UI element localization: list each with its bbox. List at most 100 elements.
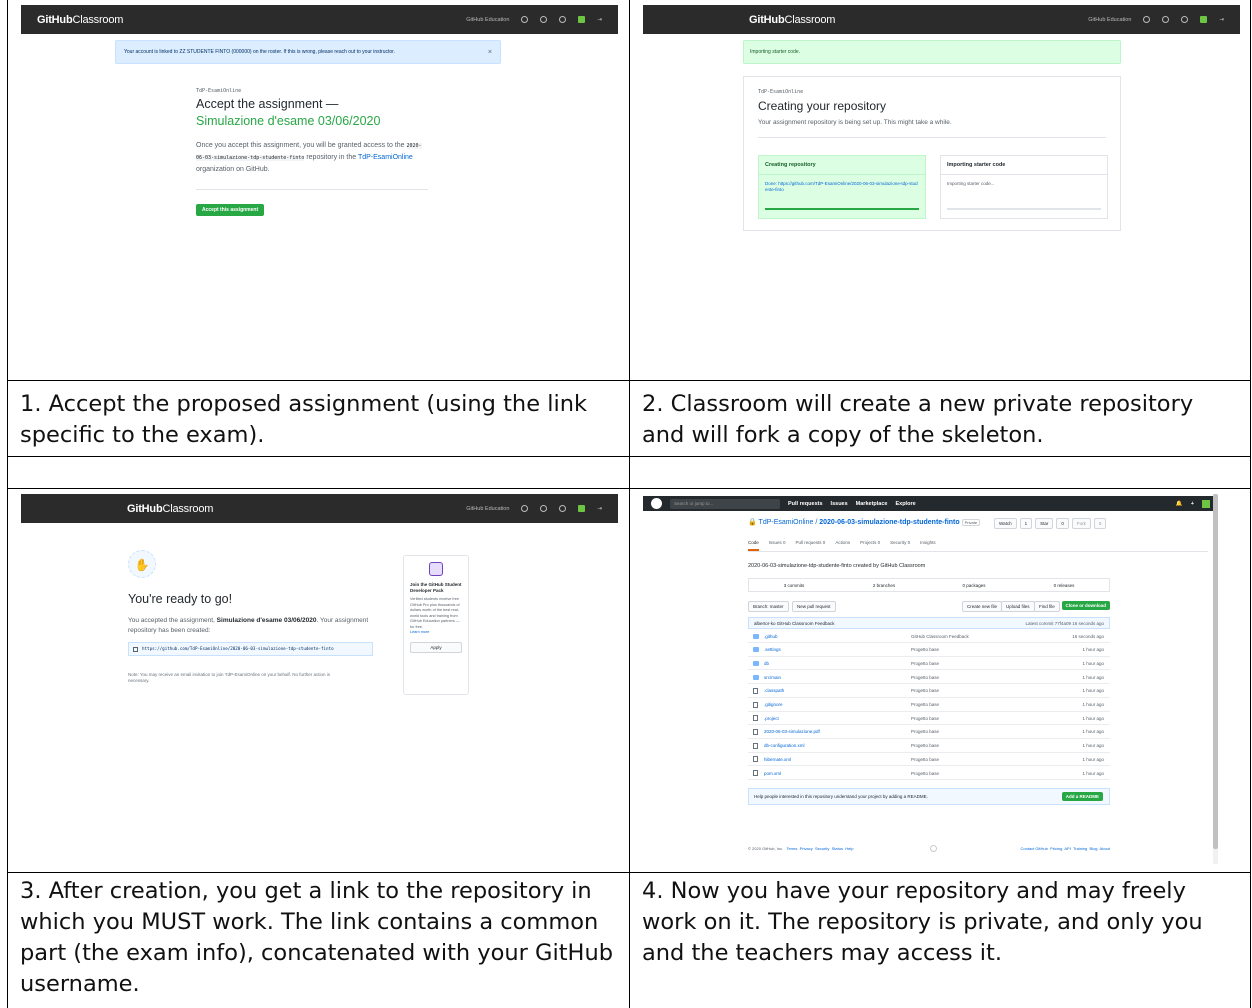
commit-message[interactable]: albertor-ko GitHub Classroom Feedback — [754, 621, 835, 626]
help-icon[interactable] — [559, 505, 567, 512]
create-file-button[interactable]: Create new file — [962, 601, 1003, 612]
bulb-icon[interactable] — [540, 16, 548, 23]
footer-api[interactable]: API — [1064, 846, 1070, 851]
chat-icon[interactable] — [521, 505, 529, 512]
file-row[interactable]: .settings Progetto base 1 hour ago — [748, 644, 1110, 657]
tab-projects[interactable]: Projects 0 — [860, 540, 880, 551]
footer-pricing[interactable]: Pricing — [1050, 846, 1062, 851]
file-row[interactable]: db-configuration.xml Progetto base 1 hour … — [748, 740, 1110, 753]
file-name[interactable]: .classpath — [764, 688, 784, 693]
tab-security[interactable]: Security 0 — [890, 540, 910, 551]
chat-icon[interactable] — [521, 16, 529, 23]
file-row[interactable]: pom.xml Progetto base 1 hour ago — [748, 767, 1110, 780]
star-count[interactable]: 0 — [1056, 518, 1069, 529]
nav-explore[interactable]: Explore — [895, 501, 915, 507]
help-icon[interactable] — [1181, 16, 1189, 23]
footer-help[interactable]: Help — [845, 846, 853, 851]
step-body[interactable]: Done: https://github.com/TdP-EsamiOnline… — [759, 175, 925, 199]
commit-message[interactable]: Progetto base — [911, 743, 939, 748]
file-name[interactable]: db-configuration.xml — [764, 743, 805, 748]
classroom-logo[interactable]: GitHubClassroom — [127, 503, 213, 515]
tab-pull-requests[interactable]: Pull requests 0 — [796, 540, 826, 551]
file-name[interactable]: .project — [764, 716, 779, 721]
star-button[interactable]: Star — [1035, 518, 1054, 529]
github-logo-icon[interactable] — [651, 498, 662, 509]
help-icon[interactable] — [559, 16, 567, 23]
commit-message[interactable]: Progetto base — [911, 702, 939, 707]
footer-security[interactable]: Security — [815, 846, 829, 851]
releases-count[interactable]: 0 releases — [1019, 583, 1109, 588]
fork-count[interactable]: 0 — [1093, 518, 1107, 529]
education-link[interactable]: GitHub Education — [466, 506, 509, 512]
file-name[interactable]: .gitignore — [764, 702, 783, 707]
search-input[interactable]: Search or jump to... — [670, 498, 780, 509]
find-file-button[interactable]: Find file — [1034, 601, 1060, 612]
file-row[interactable]: .classpath Progetto base 1 hour ago — [748, 685, 1110, 698]
commit-message[interactable]: Progetto base — [911, 688, 939, 693]
signout-icon[interactable]: ⇥ — [597, 17, 602, 23]
file-name[interactable]: hibernate.xml — [764, 757, 791, 762]
footer-status[interactable]: Status — [832, 846, 843, 851]
tab-insights[interactable]: Insights — [920, 540, 936, 551]
footer-training[interactable]: Training — [1073, 846, 1087, 851]
footer-blog[interactable]: Blog — [1090, 846, 1098, 851]
scrollbar[interactable] — [1213, 494, 1218, 864]
add-readme-button[interactable]: Add a README — [1061, 792, 1103, 801]
avatar[interactable] — [1202, 499, 1210, 508]
file-name[interactable]: .github — [764, 634, 778, 639]
file-row[interactable]: .github GitHub Classroom Feedback 16 secon… — [748, 630, 1110, 643]
scrollbar-thumb[interactable] — [1213, 494, 1218, 849]
watch-button[interactable]: Watch — [994, 518, 1017, 529]
repo-owner[interactable]: TdP-EsamiOnline — [759, 519, 814, 526]
latest-commit[interactable]: Latest commit 77f4a09 16 seconds ago — [1025, 621, 1104, 626]
tab-code[interactable]: Code — [748, 540, 759, 551]
repo-name[interactable]: 2020-06-03-simulazione-tdp-studente-fint… — [819, 519, 959, 526]
file-name[interactable]: src/main — [764, 675, 781, 680]
commit-message[interactable]: Progetto base — [911, 771, 939, 776]
packages-count[interactable]: 0 packages — [929, 583, 1019, 588]
file-name[interactable]: pom.xml — [764, 771, 781, 776]
commits-count[interactable]: 3 commits — [749, 583, 839, 588]
org-link[interactable]: TdP-EsamiOnline — [358, 154, 413, 161]
commit-message[interactable]: Progetto base — [911, 661, 939, 666]
file-row[interactable]: .gitignore Progetto base 1 hour ago — [748, 699, 1110, 712]
tab-actions[interactable]: Actions — [835, 540, 850, 551]
education-link[interactable]: GitHub Education — [1088, 17, 1131, 23]
nav-pull-requests[interactable]: Pull requests — [788, 501, 823, 507]
repo-url[interactable]: https://github.com/TdP-EsamiOnline/2020-… — [142, 646, 334, 651]
avatar[interactable] — [578, 16, 586, 23]
commit-message[interactable]: Progetto base — [911, 675, 939, 680]
footer-terms[interactable]: Terms — [786, 846, 797, 851]
clone-button[interactable]: Clone or download — [1061, 601, 1110, 610]
file-row[interactable]: 2020-06-03-simulazione.pdf Progetto base 1… — [748, 726, 1110, 739]
classroom-logo[interactable]: GitHubClassroom — [37, 14, 123, 26]
avatar[interactable] — [1200, 16, 1208, 23]
bell-icon[interactable]: 🔔 — [1176, 501, 1183, 507]
file-row[interactable]: src/main Progetto base 1 hour ago — [748, 671, 1110, 685]
chat-icon[interactable] — [1143, 16, 1151, 23]
education-link[interactable]: GitHub Education — [466, 17, 509, 23]
plus-icon[interactable]: + — [1191, 501, 1194, 507]
learn-more-link[interactable]: Learn more — [410, 630, 462, 634]
commit-message[interactable]: GitHub Classroom Feedback — [911, 634, 969, 639]
commit-message[interactable]: Progetto base — [911, 647, 939, 652]
commit-message[interactable]: Progetto base — [911, 716, 939, 721]
file-name[interactable]: .settings — [764, 647, 781, 652]
avatar[interactable] — [578, 505, 586, 512]
nav-marketplace[interactable]: Marketplace — [856, 501, 888, 507]
bulb-icon[interactable] — [540, 505, 548, 512]
bulb-icon[interactable] — [1162, 16, 1170, 23]
close-icon[interactable]: × — [488, 49, 492, 56]
file-row[interactable]: hibernate.xml Progetto base 1 hour ago — [748, 753, 1110, 767]
footer-privacy[interactable]: Privacy — [800, 846, 813, 851]
clipboard-icon[interactable] — [133, 646, 138, 652]
footer-contact[interactable]: Contact GitHub — [1021, 846, 1048, 851]
branch-select[interactable]: Branch: master — [748, 601, 789, 612]
file-name[interactable]: db — [764, 661, 769, 666]
commit-message[interactable]: Progetto base — [911, 729, 939, 734]
new-pull-request-button[interactable]: New pull request — [792, 601, 836, 612]
signout-icon[interactable]: ⇥ — [597, 506, 602, 512]
accept-assignment-button[interactable]: Accept this assignment — [196, 204, 265, 216]
watch-count[interactable]: 1 — [1019, 518, 1033, 529]
signout-icon[interactable]: ⇥ — [1219, 17, 1224, 23]
